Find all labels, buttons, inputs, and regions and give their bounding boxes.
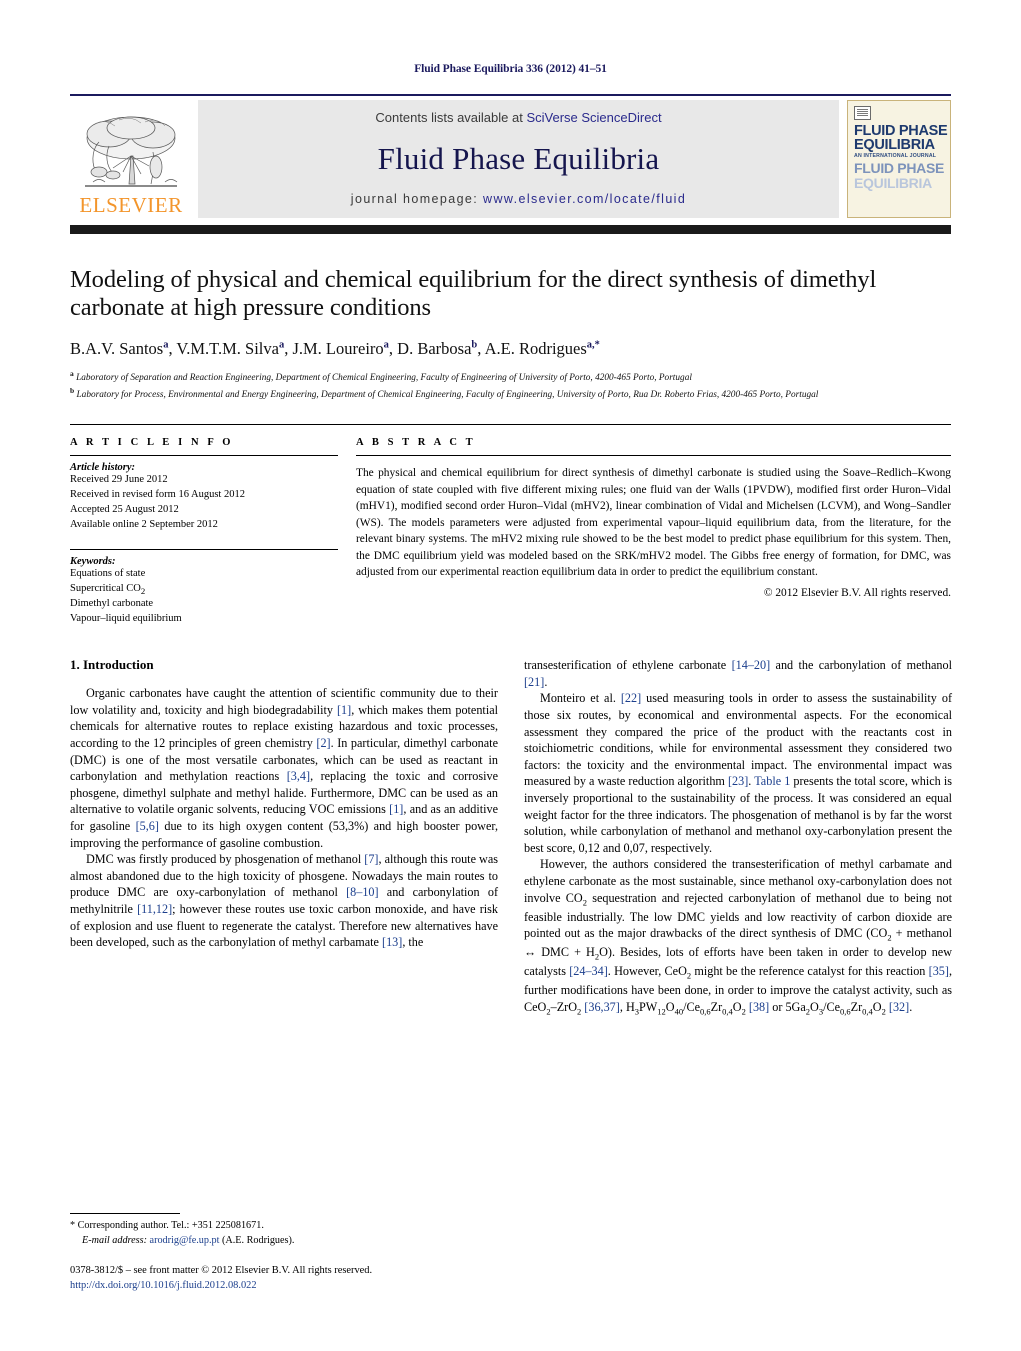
abstract-heading: A B S T R A C T [356, 437, 476, 449]
cover-subtitle: AN INTERNATIONAL JOURNAL [854, 153, 937, 160]
homepage-prefix: journal homepage: [350, 191, 484, 206]
article-info-heading: A R T I C L E I N F O [70, 437, 234, 449]
elsevier-logo: ELSEVIER [70, 100, 192, 218]
cover-line-4: EQUILIBRIA [854, 174, 932, 191]
history-item: Received in revised form 16 August 2012 [70, 489, 245, 501]
body-column-left: 1. Introduction Organic carbonates have … [70, 657, 498, 1017]
history-item: Accepted 25 August 2012 [70, 504, 179, 516]
body-paragraph: transesterification of ethylene carbonat… [524, 658, 953, 689]
affiliations: a Laboratory of Separation and Reaction … [70, 369, 951, 402]
journal-title: Fluid Phase Equilibria [377, 140, 660, 176]
abstract-text: The physical and chemical equilibrium fo… [356, 467, 951, 578]
body-paragraph: Organic carbonates have caught the atten… [70, 686, 499, 850]
cover-line-3: FLUID PHASE [854, 160, 945, 177]
body-paragraph: Monteiro et al. [22] used measuring tool… [524, 691, 953, 855]
abstract-copyright: © 2012 Elsevier B.V. All rights reserved… [763, 587, 951, 600]
page-title: Modeling of physical and chemical equili… [70, 265, 877, 322]
article-info-rule [70, 455, 338, 457]
abstract-rule [356, 455, 951, 457]
masthead-divider [70, 224, 951, 234]
abstract-column: A B S T R A C T The physical and chemica… [356, 437, 951, 627]
journal-cover-thumbnail: FLUID PHASE EQUILIBRIA AN INTERNATIONAL … [847, 99, 951, 218]
author-list: B.A.V. Santosa, V.M.T.M. Silvaa, J.M. Lo… [70, 339, 600, 359]
article-page: Fluid Phase Equilibria 336 (2012) 41–51 [0, 0, 1021, 1351]
info-abstract-block: A R T I C L E I N F O Article history: R… [70, 424, 951, 627]
keywords-label: Keywords: [70, 556, 116, 568]
history-item: Received 29 June 2012 [70, 474, 168, 486]
keyword-item: Dimethyl carbonate [70, 598, 154, 610]
sciencedirect-link[interactable]: SciVerse ScienceDirect [526, 110, 661, 125]
body-columns: 1. Introduction Organic carbonates have … [70, 657, 952, 1017]
cover-publisher-icon [854, 105, 871, 120]
history-item: Available online 2 September 2012 [70, 519, 218, 531]
keywords-rule [70, 549, 338, 551]
cover-line-1: FLUID PHASE [854, 122, 948, 139]
keywords-block: Keywords: Equations of state Supercritic… [70, 549, 338, 627]
article-history-label: Article history: [70, 462, 136, 474]
journal-masthead: ELSEVIER Contents lists available at Sci… [70, 93, 951, 218]
corresponding-author-email: E-mail address: arodrig@fe.up.pt (A.E. R… [82, 1234, 295, 1246]
keyword-item: Supercritical CO2 [70, 582, 146, 597]
elsevier-tree-icon [85, 116, 178, 187]
cover-line-2: EQUILIBRIA [854, 137, 935, 154]
article-info-column: A R T I C L E I N F O Article history: R… [70, 437, 338, 627]
journal-homepage-link[interactable]: www.elsevier.com/locate/fluid [483, 192, 686, 206]
footnote-rule [70, 1213, 180, 1215]
doi-link[interactable]: http://dx.doi.org/10.1016/j.fluid.2012.0… [70, 1278, 498, 1293]
issn-line: 0378-3812/$ – see front matter © 2012 El… [70, 1264, 373, 1276]
journal-banner: Contents lists available at SciVerse Sci… [198, 99, 839, 218]
body-paragraph: DMC was firstly produced by phosgenation… [70, 852, 498, 950]
keyword-item: Vapour–liquid equilibrium [70, 613, 182, 625]
contents-prefix: Contents lists available at [375, 109, 527, 125]
journal-homepage-line: journal homepage: www.elsevier.com/locat… [351, 192, 686, 206]
corresponding-author-note: * Corresponding author. Tel.: +351 22508… [70, 1220, 264, 1232]
issn-copyright-block: 0378-3812/$ – see front matter © 2012 El… [70, 1263, 498, 1293]
elsevier-wordmark: ELSEVIER [79, 192, 183, 217]
running-head: Fluid Phase Equilibria 336 (2012) 41–51 [414, 63, 607, 75]
section-heading-introduction: 1. Introduction [70, 657, 154, 673]
body-column-right: transesterification of ethylene carbonat… [524, 657, 952, 1017]
affiliation-b: b Laboratory for Process, Environmental … [70, 385, 819, 400]
body-paragraph: However, the authors considered the tran… [524, 857, 952, 1017]
contents-available-line: Contents lists available at SciVerse Sci… [375, 110, 661, 125]
keyword-item: Equations of state [70, 568, 146, 580]
footnote-block: * Corresponding author. Tel.: +351 22508… [70, 1213, 498, 1293]
affiliation-a: a Laboratory of Separation and Reaction … [70, 369, 692, 384]
